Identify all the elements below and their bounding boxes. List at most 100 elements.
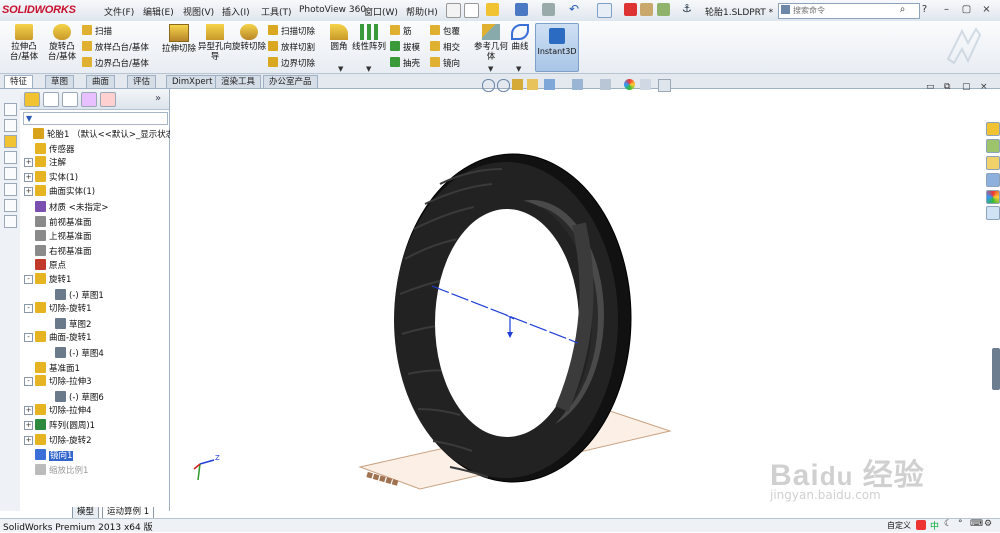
extrude-boss-button[interactable]: 拉伸凸台/基体: [6, 24, 42, 62]
sweep-cut-button[interactable]: 扫描切除: [268, 25, 315, 37]
link-views-icon[interactable]: [4, 215, 17, 228]
tree-row[interactable]: 传感器: [24, 142, 75, 156]
zoom-to-fit-icon[interactable]: [482, 79, 495, 92]
boundary-cut-button[interactable]: 边界切除: [268, 57, 315, 69]
tree-row[interactable]: - 切除-拉伸3: [24, 375, 91, 389]
restore-icon[interactable]: ▢: [960, 4, 973, 16]
collapse-icon[interactable]: -: [24, 377, 33, 387]
tree-row[interactable]: 轮胎1 （默认<<默认>_显示状态: [22, 127, 174, 141]
file-properties-icon[interactable]: [640, 3, 653, 16]
menu-tools[interactable]: 工具(T): [261, 5, 292, 18]
tree-row[interactable]: 前视基准面: [24, 215, 92, 229]
pattern-dropdown-icon[interactable]: ▼: [366, 65, 371, 73]
ime-logo-icon[interactable]: [916, 520, 926, 530]
feature-tree-filter[interactable]: ▼: [23, 112, 168, 125]
save-icon[interactable]: [515, 3, 528, 16]
wrap-button[interactable]: 包覆: [430, 25, 460, 37]
mirror-button[interactable]: 镜向: [430, 57, 460, 69]
tree-row[interactable]: - 曲面-旋转1: [24, 331, 91, 345]
tree-row[interactable]: 基准面1: [24, 361, 80, 375]
view-right-icon[interactable]: [4, 167, 17, 180]
zoom-fit-icon[interactable]: [4, 135, 17, 148]
tree-row[interactable]: - 旋转1: [24, 273, 71, 287]
fillet-button[interactable]: 圆角: [327, 24, 351, 52]
minimize-icon[interactable]: –: [940, 4, 953, 16]
tab-dimxpert[interactable]: DimXpert: [166, 75, 219, 88]
tree-row[interactable]: - 切除-旋转1: [24, 302, 91, 316]
refgeom-dropdown-icon[interactable]: ▼: [488, 65, 493, 73]
tab-features[interactable]: 特征: [4, 75, 34, 88]
section-view-tool-icon[interactable]: [527, 79, 538, 90]
dimxpert-manager-tab-icon[interactable]: [81, 92, 97, 107]
loft-cut-button[interactable]: 放样切割: [268, 41, 315, 53]
file-explorer-icon[interactable]: [986, 156, 1000, 170]
ime-settings-icon[interactable]: ⚙: [984, 519, 992, 529]
boundary-boss-button[interactable]: 边界凸台/基体: [82, 57, 149, 69]
menu-photoview[interactable]: PhotoView 360: [299, 5, 366, 15]
tree-row[interactable]: 草图2: [44, 317, 91, 331]
expand-panel-icon[interactable]: »: [155, 93, 161, 104]
tab-office-products[interactable]: 办公室产品: [263, 75, 318, 88]
viewport-restore-icon[interactable]: ▢: [962, 82, 971, 92]
tree-row[interactable]: 材质 <未指定>: [24, 200, 108, 214]
undo-icon[interactable]: ↶: [569, 3, 582, 16]
collapse-icon[interactable]: -: [24, 275, 33, 284]
ime-moon-icon[interactable]: ☾: [944, 519, 952, 529]
curves-button[interactable]: 曲线: [508, 24, 532, 52]
zoom-to-area-icon[interactable]: [497, 79, 510, 92]
ime-punct-icon[interactable]: °: [958, 519, 963, 529]
loft-button[interactable]: 放样凸台/基体: [82, 41, 149, 53]
shell-button[interactable]: 抽壳: [390, 57, 420, 69]
tree-row[interactable]: + 切除-旋转2: [24, 433, 91, 448]
view-normal-icon[interactable]: [4, 199, 17, 212]
menu-view[interactable]: 视图(V): [183, 5, 214, 18]
tree-row[interactable]: 缩放比例1: [24, 463, 88, 477]
expand-icon[interactable]: +: [24, 172, 33, 182]
view-palette-icon[interactable]: [986, 173, 1000, 187]
view-orientation-icon[interactable]: [544, 79, 555, 90]
display-manager-tab-icon[interactable]: [100, 92, 116, 107]
task-pane-collapse-handle[interactable]: [992, 348, 1000, 390]
revolve-boss-button[interactable]: 旋转凸台/基体: [44, 24, 80, 62]
tree-row[interactable]: (-) 草图6: [44, 390, 104, 404]
fillet-dropdown-icon[interactable]: ▼: [338, 65, 343, 73]
section-view-icon[interactable]: [4, 151, 17, 164]
view-iso-icon[interactable]: [4, 183, 17, 196]
extrude-cut-button[interactable]: 拉伸切除: [162, 24, 196, 54]
tree-row[interactable]: + 注解: [24, 156, 66, 170]
menu-insert[interactable]: 插入(I): [222, 5, 250, 18]
tree-row[interactable]: 原点: [24, 258, 66, 272]
ime-chinese-icon[interactable]: 中: [930, 519, 939, 532]
tree-row[interactable]: 右视基准面: [24, 244, 92, 258]
print-icon[interactable]: [542, 3, 555, 16]
pin-icon[interactable]: [446, 3, 461, 18]
instant3d-button[interactable]: Instant3D: [535, 23, 579, 72]
revolve-cut-button[interactable]: 旋转切除: [232, 24, 266, 52]
view-front-icon[interactable]: [4, 103, 17, 116]
search-input[interactable]: [793, 4, 905, 16]
rib-button[interactable]: 筋: [390, 25, 412, 37]
curves-dropdown-icon[interactable]: ▼: [516, 65, 521, 73]
expand-icon[interactable]: +: [24, 158, 33, 168]
search-magnifier-icon[interactable]: ⌕: [896, 4, 909, 16]
view-settings-icon[interactable]: [658, 79, 671, 92]
viewport-close-icon[interactable]: ×: [980, 82, 988, 92]
tree-row[interactable]: (-) 草图1: [44, 288, 104, 302]
expand-icon[interactable]: +: [24, 187, 33, 197]
open-folder-icon[interactable]: [486, 3, 499, 16]
tab-surfaces[interactable]: 曲面: [86, 75, 116, 88]
solidworks-resources-icon[interactable]: [986, 122, 1000, 136]
menu-help[interactable]: 帮助(H): [406, 5, 438, 18]
property-manager-tab-icon[interactable]: [43, 92, 59, 107]
expand-icon[interactable]: +: [24, 406, 33, 416]
anchor-icon[interactable]: ⚓: [682, 3, 695, 16]
feature-tree-tab-icon[interactable]: [24, 92, 40, 107]
tab-render-tools[interactable]: 渲染工具: [215, 75, 262, 88]
close-icon[interactable]: ×: [980, 4, 993, 16]
menu-file[interactable]: 文件(F): [104, 5, 134, 18]
help-question-icon[interactable]: ?: [918, 4, 931, 16]
rebuild-icon[interactable]: [624, 3, 637, 16]
display-style-icon[interactable]: [572, 79, 583, 90]
expand-icon[interactable]: +: [24, 421, 33, 430]
new-document-icon[interactable]: [464, 3, 479, 18]
